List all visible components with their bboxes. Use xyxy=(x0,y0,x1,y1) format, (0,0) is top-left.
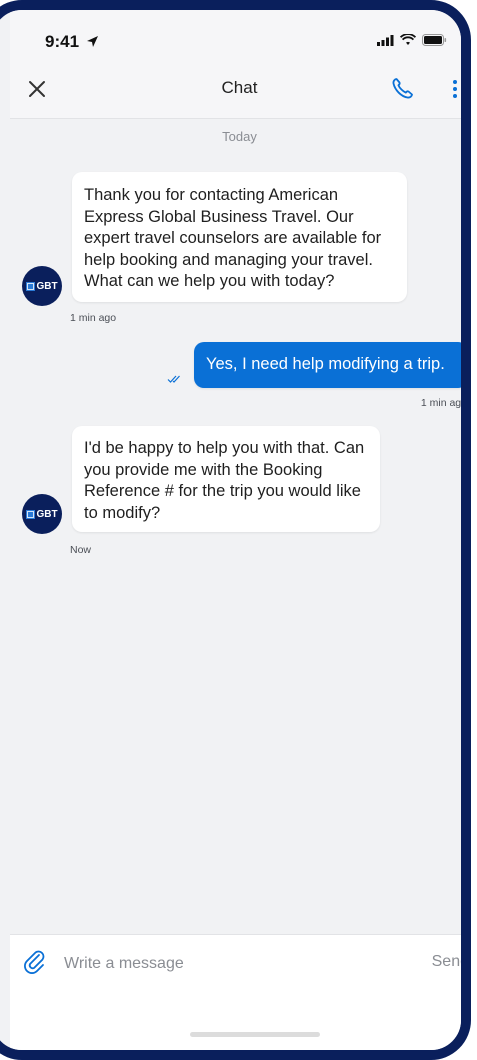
avatar-label: GBT xyxy=(36,280,58,292)
double-check-icon xyxy=(167,375,180,383)
home-indicator xyxy=(190,1032,320,1037)
avatar-label: GBT xyxy=(36,508,58,520)
call-button[interactable] xyxy=(387,74,417,104)
device-frame: 9:41 Chat Today Thank you for contacting… xyxy=(0,0,471,1060)
attach-button[interactable] xyxy=(22,949,48,975)
more-options-button[interactable] xyxy=(445,74,461,104)
battery-icon xyxy=(422,34,447,46)
message-timestamp: Now xyxy=(70,544,92,556)
wifi-icon xyxy=(400,34,416,45)
agent-avatar: GBT xyxy=(22,266,62,306)
agent-avatar: GBT xyxy=(22,494,62,534)
user-message-bubble: Yes, I need help modifying a trip. xyxy=(194,342,461,388)
message-timestamp: 1 min ago xyxy=(420,397,467,409)
more-vertical-icon xyxy=(453,80,457,98)
message-timestamp: 1 min ago xyxy=(70,312,117,324)
gbt-logo-icon xyxy=(26,281,36,291)
status-bar: 9:41 xyxy=(10,10,461,62)
nav-bar: Chat xyxy=(10,62,461,119)
paperclip-icon xyxy=(24,950,45,974)
gbt-logo-icon xyxy=(26,509,36,519)
phone-icon xyxy=(392,78,413,99)
chat-screen: 9:41 Chat Today Thank you for contacting… xyxy=(10,10,467,1050)
status-icons xyxy=(377,34,447,46)
agent-message-bubble: Thank you for contacting American Expres… xyxy=(72,172,407,302)
send-button[interactable]: Send xyxy=(432,953,461,971)
message-input[interactable] xyxy=(62,949,366,979)
date-separator: Today xyxy=(222,129,257,144)
signal-icon xyxy=(377,34,394,46)
location-arrow-icon xyxy=(87,36,98,47)
status-time: 9:41 xyxy=(45,32,80,51)
agent-message-bubble: I'd be happy to help you with that. Can … xyxy=(72,426,380,532)
